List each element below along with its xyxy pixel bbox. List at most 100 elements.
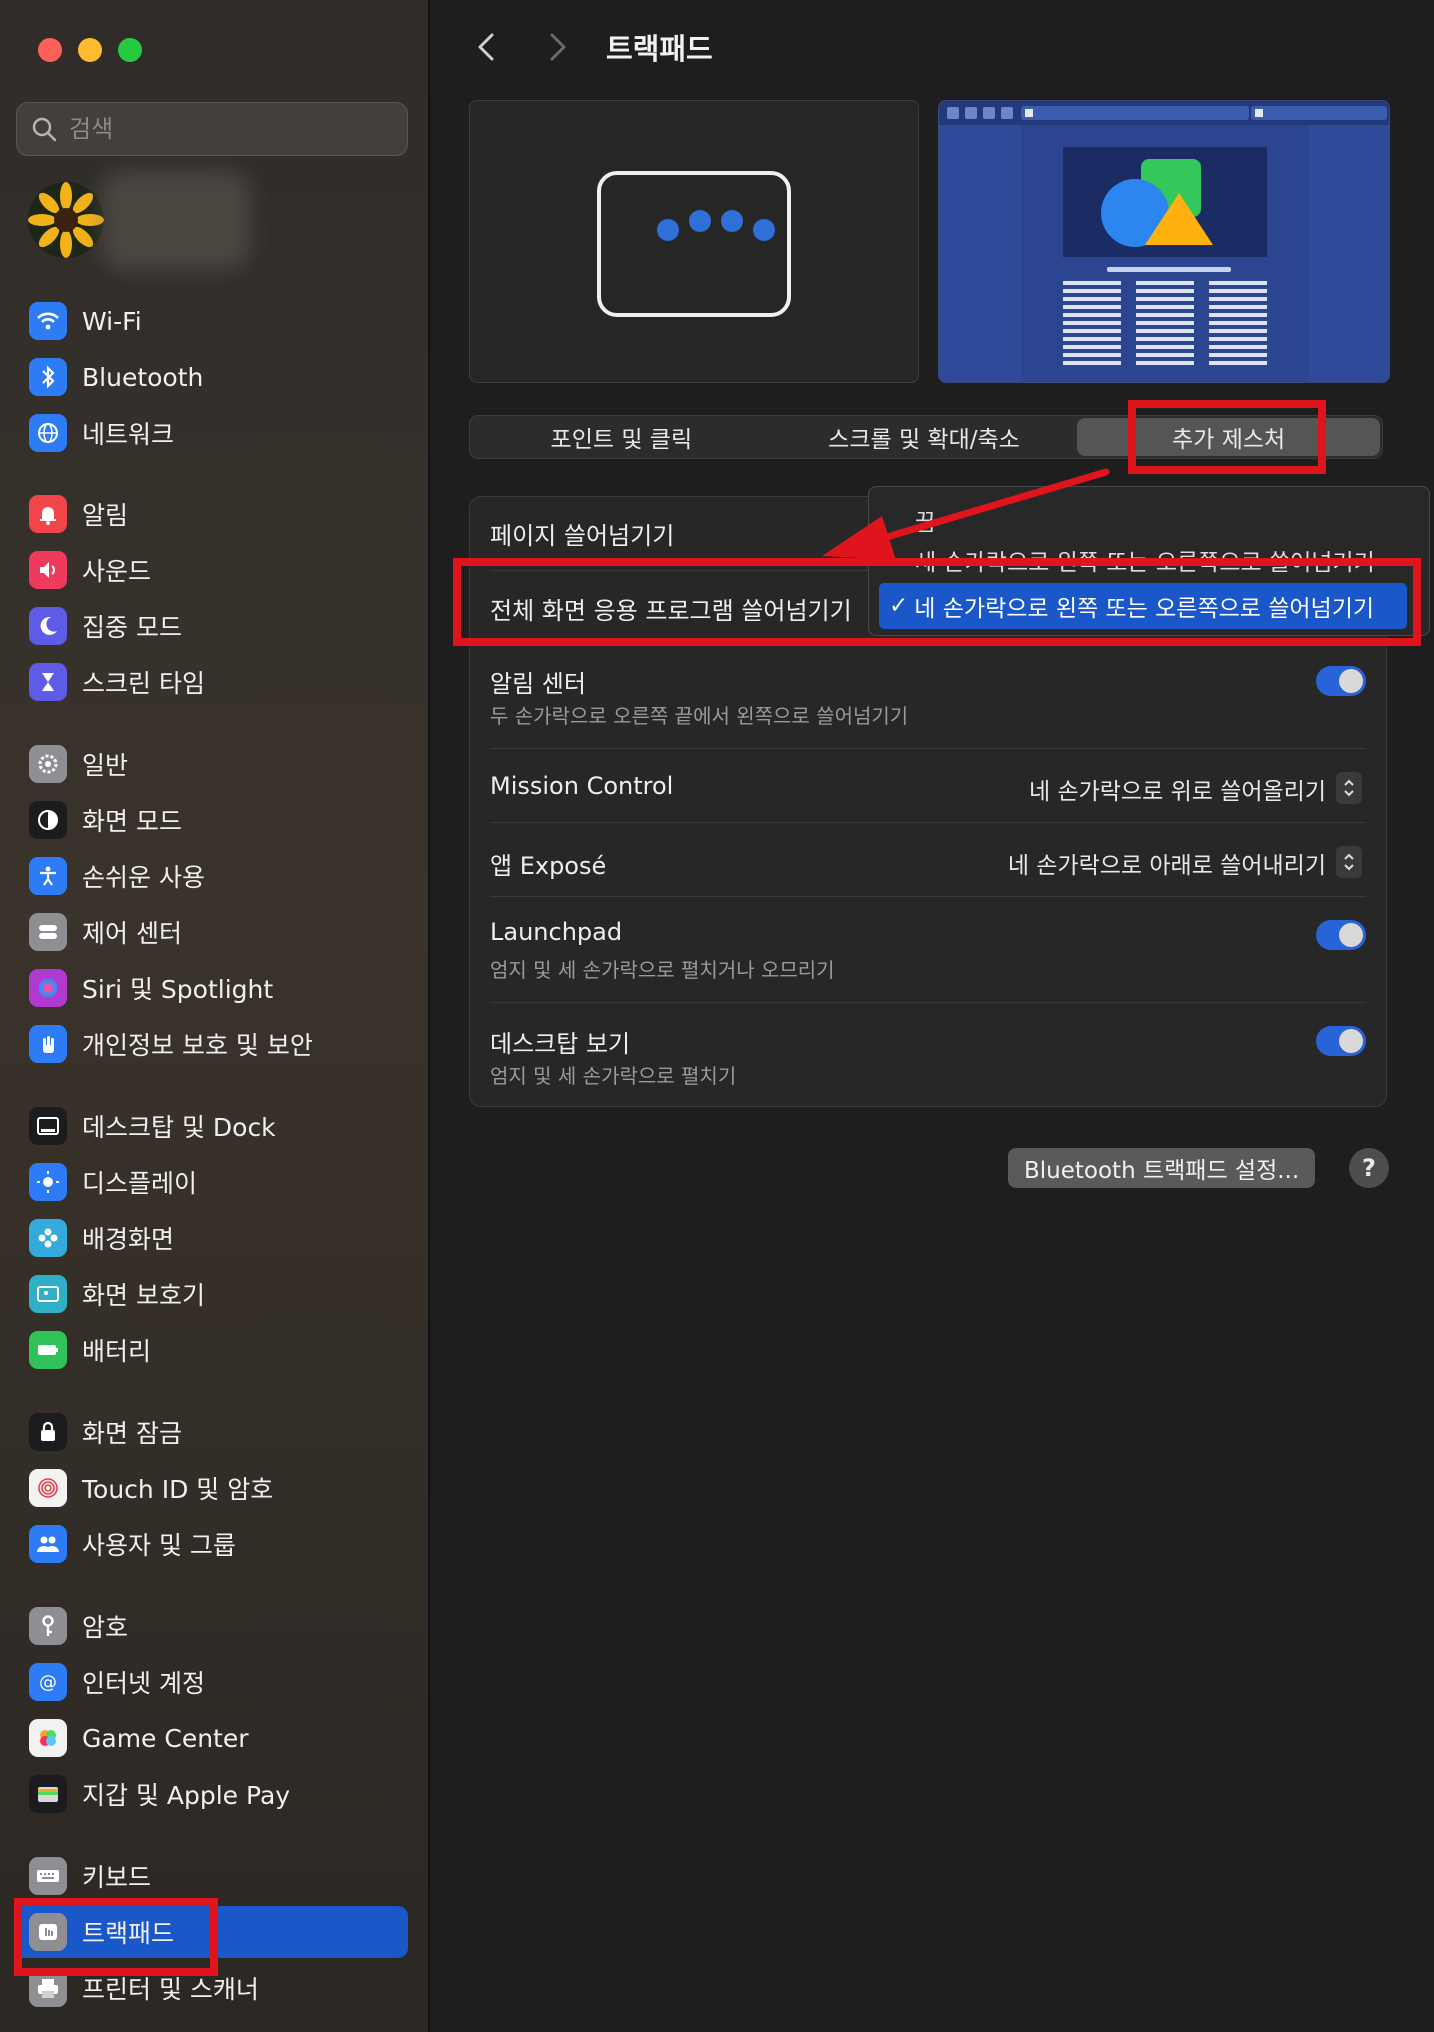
keyboard-icon (29, 1857, 67, 1895)
close-window-button[interactable] (38, 38, 62, 62)
app-expose-stepper[interactable] (1336, 846, 1362, 878)
sidebar-item-label: Wi-Fi (82, 306, 142, 336)
sidebar-item-appearance[interactable]: 화면 모드 (14, 794, 408, 846)
sidebar-item-label: Game Center (82, 1723, 249, 1753)
search-field[interactable] (16, 102, 408, 156)
app-expose-label: 앱 Exposé (490, 852, 607, 880)
sidebar-item-label: 화면 모드 (82, 807, 182, 836)
app-expose-popup[interactable]: 네 손가락으로 아래로 쓸어내리기 (1008, 846, 1326, 880)
mission-control-stepper[interactable] (1336, 772, 1362, 804)
divider (490, 748, 1366, 749)
sidebar-item-label: 네트워크 (82, 420, 175, 449)
bluetooth-trackpad-settings-button[interactable]: Bluetooth 트랙패드 설정... (1008, 1148, 1316, 1188)
sidebar-item-label: 제어 센터 (82, 919, 182, 948)
sidebar-item-wallet[interactable]: 지갑 및 Apple Pay (14, 1768, 408, 1820)
show-desktop-desc: 엄지 및 세 손가락으로 펼치기 (490, 1064, 737, 1088)
printer-icon (29, 1969, 67, 2007)
search-icon (32, 117, 57, 142)
page-title: 트랙패드 (606, 32, 713, 66)
sidebar-item-label: 데스크탑 및 Dock (82, 1113, 276, 1142)
launchpad-label: Launchpad (490, 918, 623, 946)
launchpad-desc: 엄지 및 세 손가락으로 펼치거나 오므리기 (490, 958, 835, 982)
sidebar-item-globe[interactable]: 네트워크 (14, 407, 408, 459)
fullscreen-swipe-label: 전체 화면 응용 프로그램 쓸어넘기기 (490, 597, 852, 625)
users-icon (29, 1525, 67, 1563)
sidebar-item-label: Siri 및 Spotlight (82, 975, 274, 1004)
search-input[interactable] (67, 114, 391, 144)
launchpad-toggle[interactable] (1316, 920, 1366, 950)
profile-name-blurred (100, 170, 250, 270)
show-desktop-toggle[interactable] (1316, 1026, 1366, 1056)
tab-more-gestures[interactable]: 추가 제스처 (1077, 418, 1381, 456)
fingerprint-icon (29, 1469, 67, 1507)
sidebar-item-label: 키보드 (82, 1863, 152, 1892)
screensaver-icon (29, 1275, 67, 1313)
forward-chevron-icon[interactable] (546, 32, 570, 62)
sidebar-item-sun[interactable]: 디스플레이 (14, 1156, 408, 1208)
sidebar-item-label: 프린터 및 스캐너 (82, 1975, 259, 2004)
menu-item-four-finger[interactable]: ✓ 네 손가락으로 왼쪽 또는 오른쪽으로 쓸어넘기기 (879, 583, 1407, 629)
sidebar-item-keyboard[interactable]: 키보드 (14, 1850, 408, 1902)
sidebar-item-bell[interactable]: 알림 (14, 488, 408, 540)
divider (490, 822, 1366, 823)
chevron-updown-icon (1344, 853, 1354, 871)
sidebar-item-moon[interactable]: 집중 모드 (14, 600, 408, 652)
bluetooth-icon (29, 358, 67, 396)
help-button[interactable]: ? (1349, 1148, 1389, 1188)
sidebar-item-at[interactable]: @ 인터넷 계정 (14, 1656, 408, 1708)
siri-icon (29, 969, 67, 1007)
sidebar-item-hourglass[interactable]: 스크린 타임 (14, 656, 408, 708)
sidebar-item-dock[interactable]: 데스크탑 및 Dock (14, 1100, 408, 1152)
sidebar-item-label: 집중 모드 (82, 613, 182, 642)
accessibility-icon (29, 857, 67, 895)
sun-icon (29, 1163, 67, 1201)
tab-scroll-zoom[interactable]: 스크롤 및 확대/축소 (773, 416, 1076, 458)
sidebar-item-lock[interactable]: 화면 잠금 (14, 1406, 408, 1458)
show-desktop-label: 데스크탑 보기 (490, 1030, 631, 1058)
sidebar-item-label: 화면 보호기 (82, 1281, 205, 1310)
sidebar-item-label: 화면 잠금 (82, 1419, 182, 1448)
game-center-icon (29, 1719, 67, 1757)
sidebar-item-label: 인터넷 계정 (82, 1669, 205, 1698)
sidebar-item-control-center[interactable]: 제어 센터 (14, 906, 408, 958)
sidebar-item-bluetooth[interactable]: Bluetooth (14, 351, 408, 403)
sidebar-item-label: 사용자 및 그룹 (82, 1531, 236, 1560)
sidebar-item-label: 디스플레이 (82, 1169, 198, 1198)
mission-control-popup[interactable]: 네 손가락으로 위로 쓸어올리기 (1029, 772, 1326, 806)
animation-preview (938, 100, 1390, 383)
mission-control-label: Mission Control (490, 772, 674, 800)
sidebar-item-label: 일반 (82, 751, 129, 780)
sidebar-item-flower[interactable]: 배경화면 (14, 1212, 408, 1264)
sidebar-item-label: 개인정보 보호 및 보안 (82, 1031, 313, 1060)
sidebar-item-battery[interactable]: 배터리 (14, 1324, 408, 1376)
hourglass-icon (29, 663, 67, 701)
sidebar-item-speaker[interactable]: 사운드 (14, 544, 408, 596)
sidebar-item-printer[interactable]: 프린터 및 스캐너 (14, 1962, 408, 2014)
sidebar-item-accessibility[interactable]: 손쉬운 사용 (14, 850, 408, 902)
sidebar-item-gear[interactable]: 일반 (14, 738, 408, 790)
sidebar-item-label: 트랙패드 (82, 1919, 175, 1948)
gear-icon (29, 745, 67, 783)
sidebar-item-hand[interactable]: 개인정보 보호 및 보안 (14, 1018, 408, 1070)
sidebar-item-fingerprint[interactable]: Touch ID 및 암호 (14, 1462, 408, 1514)
svg-text:@: @ (39, 1672, 57, 1693)
avatar[interactable] (28, 182, 104, 258)
sidebar-item-label: 사운드 (82, 557, 152, 586)
sidebar-item-screensaver[interactable]: 화면 보호기 (14, 1268, 408, 1320)
sidebar-item-key[interactable]: 암호 (14, 1600, 408, 1652)
minimize-window-button[interactable] (78, 38, 102, 62)
notification-center-toggle[interactable] (1316, 666, 1366, 696)
zoom-window-button[interactable] (118, 38, 142, 62)
back-chevron-icon[interactable] (474, 32, 498, 62)
sidebar-item-label: 알림 (82, 501, 129, 530)
sidebar-item-trackpad[interactable]: 트랙패드 (14, 1906, 408, 1958)
sidebar-item-siri[interactable]: Siri 및 Spotlight (14, 962, 408, 1014)
appearance-icon (29, 801, 67, 839)
moon-icon (29, 607, 67, 645)
sunflower-avatar-icon (28, 182, 104, 258)
sidebar-item-users[interactable]: 사용자 및 그룹 (14, 1518, 408, 1570)
tab-point-click[interactable]: 포인트 및 클릭 (470, 416, 773, 458)
menu-item-four-finger-label: 네 손가락으로 왼쪽 또는 오른쪽으로 쓸어넘기기 (914, 596, 1375, 622)
sidebar-item-game-center[interactable]: Game Center (14, 1712, 408, 1764)
sidebar-item-wifi[interactable]: Wi-Fi (14, 295, 408, 347)
